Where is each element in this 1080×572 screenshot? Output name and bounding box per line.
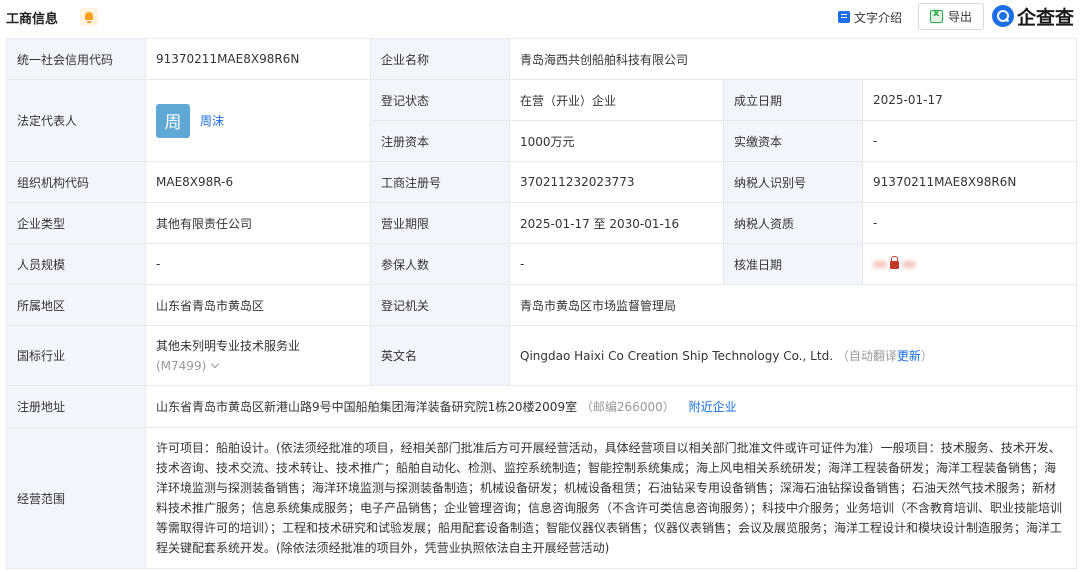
value-established: 2025-01-17 [861, 79, 1078, 121]
export-label: 导出 [947, 10, 972, 24]
label-approval-date: 核准日期 [723, 243, 863, 285]
nearby-companies-link[interactable]: 附近企业 [689, 400, 737, 414]
section-title: 工商信息 [6, 12, 59, 27]
update-link[interactable]: 更新 [897, 349, 921, 363]
label-reg-authority: 登记机关 [370, 284, 510, 326]
label-company-name: 企业名称 [370, 38, 510, 80]
legal-rep-link[interactable]: 周沫 [200, 112, 224, 129]
label-english-name: 英文名 [370, 325, 510, 386]
industry-code-text: (M7499) [156, 358, 207, 373]
document-icon [838, 11, 850, 23]
label-insured: 参保人数 [370, 243, 510, 285]
section-header: 工商信息 文字介绍 导出 企查查 [0, 0, 1080, 34]
industry-name: 其他未列明专业技术服务业 [156, 338, 301, 353]
legal-rep-avatar[interactable]: 周 [156, 103, 190, 138]
value-scope: 许可项目：船舶设计。(依法须经批准的项目，经相关部门批准后方可开展经营活动，具体… [144, 427, 1078, 569]
value-reg-status: 在营（开业）企业 [509, 79, 724, 121]
label-address: 注册地址 [6, 385, 146, 428]
english-name-text: Qingdao Haixi Co Creation Ship Technolog… [520, 349, 834, 363]
label-reg-capital: 注册资本 [370, 120, 510, 162]
bell-icon[interactable] [80, 8, 98, 26]
label-taxpayer-qual: 纳税人资质 [723, 202, 863, 244]
table-row: 组织机构代码 MAE8X98R-6 工商注册号 370211232023773 … [6, 161, 1078, 203]
label-region: 所属地区 [6, 284, 146, 326]
postcode-text: （邮编266000） [580, 400, 675, 414]
value-address: 山东省青岛市黄岛区新港山路9号中国船舶集团海洋装备研究院1栋20楼2009室 （… [144, 385, 1078, 428]
value-taxpayer-id: 91370211MAE8X98R6N [861, 161, 1078, 203]
table-row: 所属地区 山东省青岛市黄岛区 登记机关 青岛市黄岛区市场监督管理局 [6, 284, 1078, 326]
lock-icon [890, 255, 899, 269]
value-staff-size: - [145, 243, 371, 285]
value-company-name: 青岛海西共创船舶科技有限公司 [508, 38, 1078, 80]
qcc-logo-icon [992, 5, 1014, 27]
label-scope: 经营范围 [6, 427, 146, 569]
industry-code[interactable]: (M7499) [156, 356, 360, 376]
label-staff-size: 人员规模 [6, 243, 146, 285]
label-org-code: 组织机构代码 [6, 161, 146, 203]
value-region: 山东省青岛市黄岛区 [145, 284, 371, 326]
close-paren: ） [920, 349, 933, 363]
value-paid-capital: - [861, 120, 1078, 162]
label-company-type: 企业类型 [6, 202, 146, 244]
label-taxpayer-id: 纳税人识别号 [723, 161, 863, 203]
label-credit-code: 统一社会信用代码 [6, 38, 146, 80]
table-row: 法定代表人 周 周沫 登记状态 在营（开业）企业 成立日期 2025-01-17 [6, 79, 1078, 162]
label-term: 营业期限 [370, 202, 510, 244]
excel-icon [929, 8, 943, 23]
label-legal-rep: 法定代表人 [6, 79, 146, 162]
table-row: 统一社会信用代码 91370211MAE8X98R6N 企业名称 青岛海西共创船… [6, 38, 1078, 80]
logo-text: 企查查 [1017, 6, 1075, 29]
blurred-value [873, 261, 887, 268]
text-intro-label: 文字介绍 [854, 10, 903, 25]
value-taxpayer-qual: - [861, 202, 1078, 244]
auto-translate-text: （自动翻译 [836, 349, 897, 363]
table-row: 国标行业 其他未列明专业技术服务业 (M7499) 英文名 Qingdao Ha… [6, 325, 1078, 386]
table-row: 经营范围 许可项目：船舶设计。(依法须经批准的项目，经相关部门批准后方可开展经营… [6, 427, 1078, 569]
qcc-logo[interactable]: 企查查 [992, 4, 1075, 29]
value-legal-rep: 周 周沫 [145, 79, 371, 162]
label-reg-status: 登记状态 [370, 79, 510, 121]
table-row: 人员规模 - 参保人数 - 核准日期 [6, 243, 1078, 285]
address-text: 山东省青岛市黄岛区新港山路9号中国船舶集团海洋装备研究院1栋20楼2009室 [156, 400, 578, 414]
value-org-code: MAE8X98R-6 [145, 161, 371, 203]
export-button[interactable]: 导出 [918, 3, 984, 30]
table-row: 企业类型 其他有限责任公司 营业期限 2025-01-17 至 2030-01-… [6, 202, 1078, 244]
label-reg-no: 工商注册号 [370, 161, 510, 203]
table-row: 注册地址 山东省青岛市黄岛区新港山路9号中国船舶集团海洋装备研究院1栋20楼20… [6, 385, 1078, 428]
business-info-table: 统一社会信用代码 91370211MAE8X98R6N 企业名称 青岛海西共创船… [6, 38, 1078, 569]
value-approval-date[interactable] [861, 243, 1078, 285]
value-insured: - [509, 243, 724, 285]
blurred-value [902, 261, 916, 268]
text-intro-link[interactable]: 文字介绍 [838, 9, 902, 25]
value-english-name: Qingdao Haixi Co Creation Ship Technolog… [508, 325, 1078, 386]
value-reg-authority: 青岛市黄岛区市场监督管理局 [508, 284, 1078, 326]
chevron-down-icon[interactable] [211, 359, 220, 368]
value-industry: 其他未列明专业技术服务业 (M7499) [145, 325, 371, 386]
value-reg-capital: 1000万元 [509, 120, 724, 162]
label-established: 成立日期 [723, 79, 863, 121]
label-paid-capital: 实缴资本 [723, 120, 863, 162]
value-credit-code: 91370211MAE8X98R6N [145, 38, 371, 80]
label-industry: 国标行业 [6, 325, 146, 386]
value-company-type: 其他有限责任公司 [145, 202, 371, 244]
value-reg-no: 370211232023773 [509, 161, 724, 203]
value-term: 2025-01-17 至 2030-01-16 [509, 202, 724, 244]
